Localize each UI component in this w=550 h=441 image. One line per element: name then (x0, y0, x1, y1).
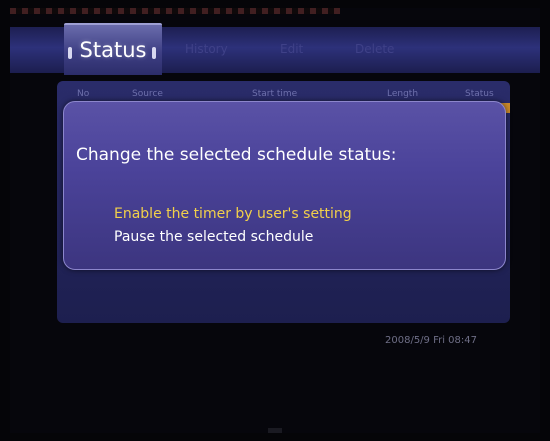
bottom-decoration (268, 428, 282, 433)
datetime-display: 2008/5/9 Fri 08:47 (385, 335, 478, 346)
column-header-start-time: Start time (252, 89, 298, 99)
tab-history[interactable]: History (185, 42, 228, 56)
tab-left-marker-icon (68, 47, 72, 59)
tab-status-label: Status (79, 38, 147, 62)
dialog-title: Change the selected schedule status: (76, 145, 397, 165)
tab-status[interactable]: Status (64, 23, 162, 75)
tab-right-marker-icon (152, 47, 156, 59)
status-dialog: Change the selected schedule status: Ena… (63, 101, 506, 270)
column-header-no: No (77, 89, 90, 99)
top-decoration (10, 8, 340, 14)
column-header-source: Source (132, 89, 163, 99)
option-pause-schedule[interactable]: Pause the selected schedule (114, 229, 313, 245)
tab-edit[interactable]: Edit (280, 42, 303, 56)
tab-delete[interactable]: Delete (355, 42, 394, 56)
option-enable-timer[interactable]: Enable the timer by user's setting (114, 206, 352, 222)
column-header-status: Status (465, 89, 494, 99)
column-header-length: Length (387, 89, 419, 99)
